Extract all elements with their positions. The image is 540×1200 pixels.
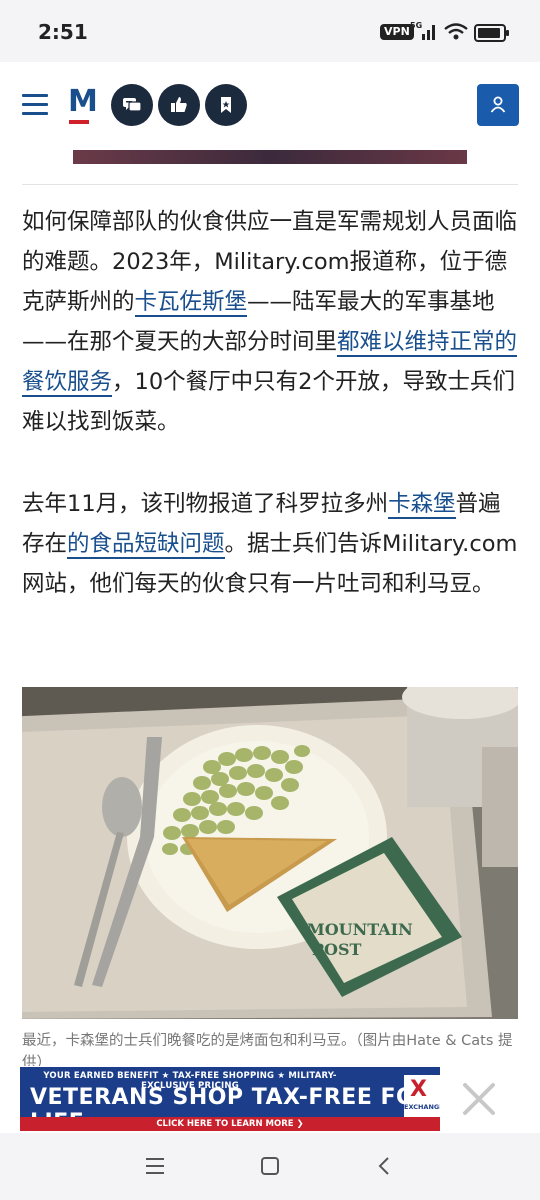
article-paragraph: 去年11月，该刊物报道了科罗拉多州卡森堡普遍存在的食品短缺问题。据士兵们告诉Mi… (22, 484, 518, 604)
system-navigation-bar (0, 1133, 540, 1200)
logo-underline (69, 120, 89, 124)
ad-cta[interactable]: CLICK HERE TO LEARN MORE ❯ (20, 1117, 440, 1131)
exchange-logo-mark: X (410, 1077, 427, 1102)
napkin-text: MOUNTAIN (307, 920, 413, 939)
exchange-logo: X EXCHANGE (404, 1075, 440, 1117)
comments-icon (123, 98, 142, 112)
battery-icon (474, 24, 509, 42)
hero-image-bottom-edge (73, 150, 467, 164)
wifi-icon (444, 23, 468, 40)
network-type: 5G (410, 21, 422, 30)
meal-tray-illustration: MOUNTAIN POST (22, 687, 518, 1019)
fort-carson-link[interactable]: 卡森堡 (388, 491, 456, 519)
clock: 2:51 (38, 20, 88, 44)
photo-caption-container: 最近，卡森堡的士兵们晚餐吃的是烤面包和利马豆。（图片由Hate & Cats 提… (22, 1030, 518, 1066)
account-icon (490, 96, 506, 113)
photo-caption: 最近，卡森堡的士兵们晚餐吃的是烤面包和利马豆。（图片由Hate & Cats 提… (22, 1033, 513, 1066)
account-button[interactable] (477, 84, 519, 126)
site-logo[interactable]: M (68, 86, 98, 124)
like-button[interactable] (158, 84, 200, 126)
bookmark-button[interactable] (205, 84, 247, 126)
site-header: M (0, 62, 540, 150)
menu-icon[interactable] (22, 94, 48, 116)
exchange-logo-text: EXCHANGE (404, 1103, 440, 1111)
vpn-badge: VPN (380, 24, 414, 40)
food-shortage-link[interactable]: 的食品短缺问题 (67, 531, 225, 559)
logo-letter: M (68, 84, 98, 119)
bookmark-icon (221, 97, 231, 113)
close-ad-icon[interactable] (460, 1080, 498, 1118)
fort-cavazos-link[interactable]: 卡瓦佐斯堡 (134, 289, 248, 317)
napkin-text: POST (312, 940, 362, 959)
thumbs-up-icon (171, 97, 187, 112)
divider (22, 184, 518, 185)
article-photo[interactable]: MOUNTAIN POST (22, 687, 518, 1019)
comments-button[interactable] (111, 84, 153, 126)
status-bar: 2:51 VPN 5G (0, 0, 540, 62)
recent-apps-icon[interactable] (144, 1155, 166, 1177)
advertisement-banner[interactable]: YOUR EARNED BENEFIT ★ TAX-FREE SHOPPING … (20, 1067, 440, 1131)
home-icon[interactable] (259, 1155, 281, 1177)
cellular-signal-icon: 5G (410, 21, 435, 40)
paragraph-text: 去年11月，该刊物报道了科罗拉多州 (22, 491, 389, 517)
back-icon[interactable] (374, 1155, 396, 1177)
article-paragraph: 如何保障部队的伙食供应一直是军需规划人员面临的难题。2023年，Military… (22, 202, 518, 442)
